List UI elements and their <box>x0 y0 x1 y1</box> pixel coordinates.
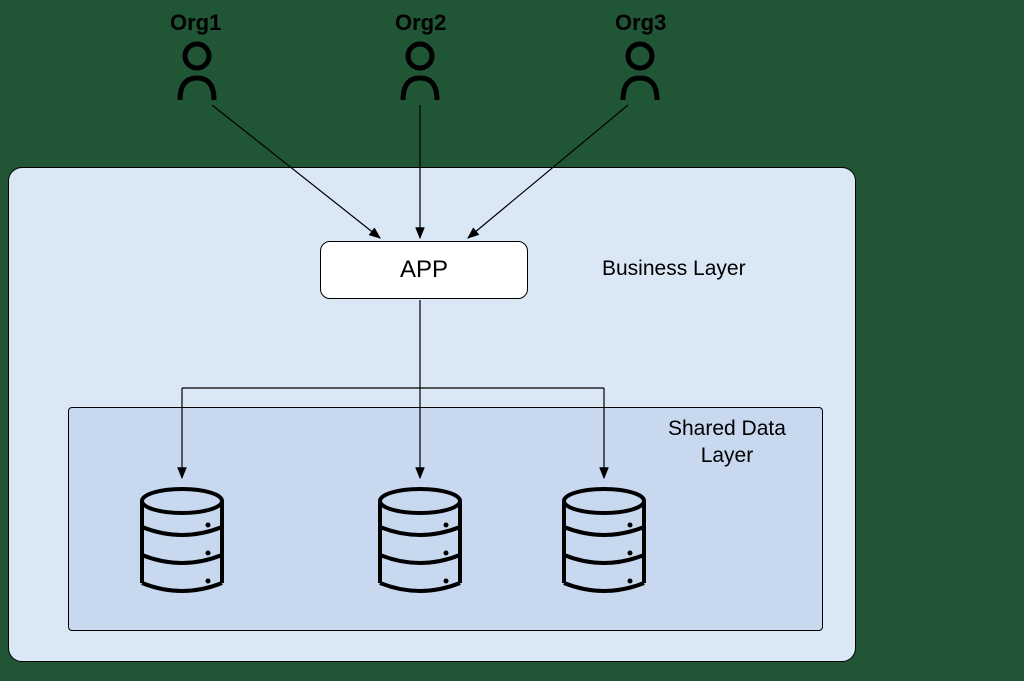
database-icon <box>560 487 648 597</box>
user-icon <box>172 40 222 100</box>
user-icon <box>395 40 445 100</box>
org3-label: Org3 <box>615 10 666 36</box>
app-box: APP <box>320 241 528 299</box>
org2-label: Org2 <box>395 10 446 36</box>
app-label: APP <box>400 256 448 284</box>
data-layer-label: Shared Data Layer <box>668 415 786 470</box>
business-layer-label: Business Layer <box>602 257 746 281</box>
org1-label: Org1 <box>170 10 221 36</box>
database-icon <box>376 487 464 597</box>
user-icon <box>615 40 665 100</box>
database-icon <box>138 487 226 597</box>
